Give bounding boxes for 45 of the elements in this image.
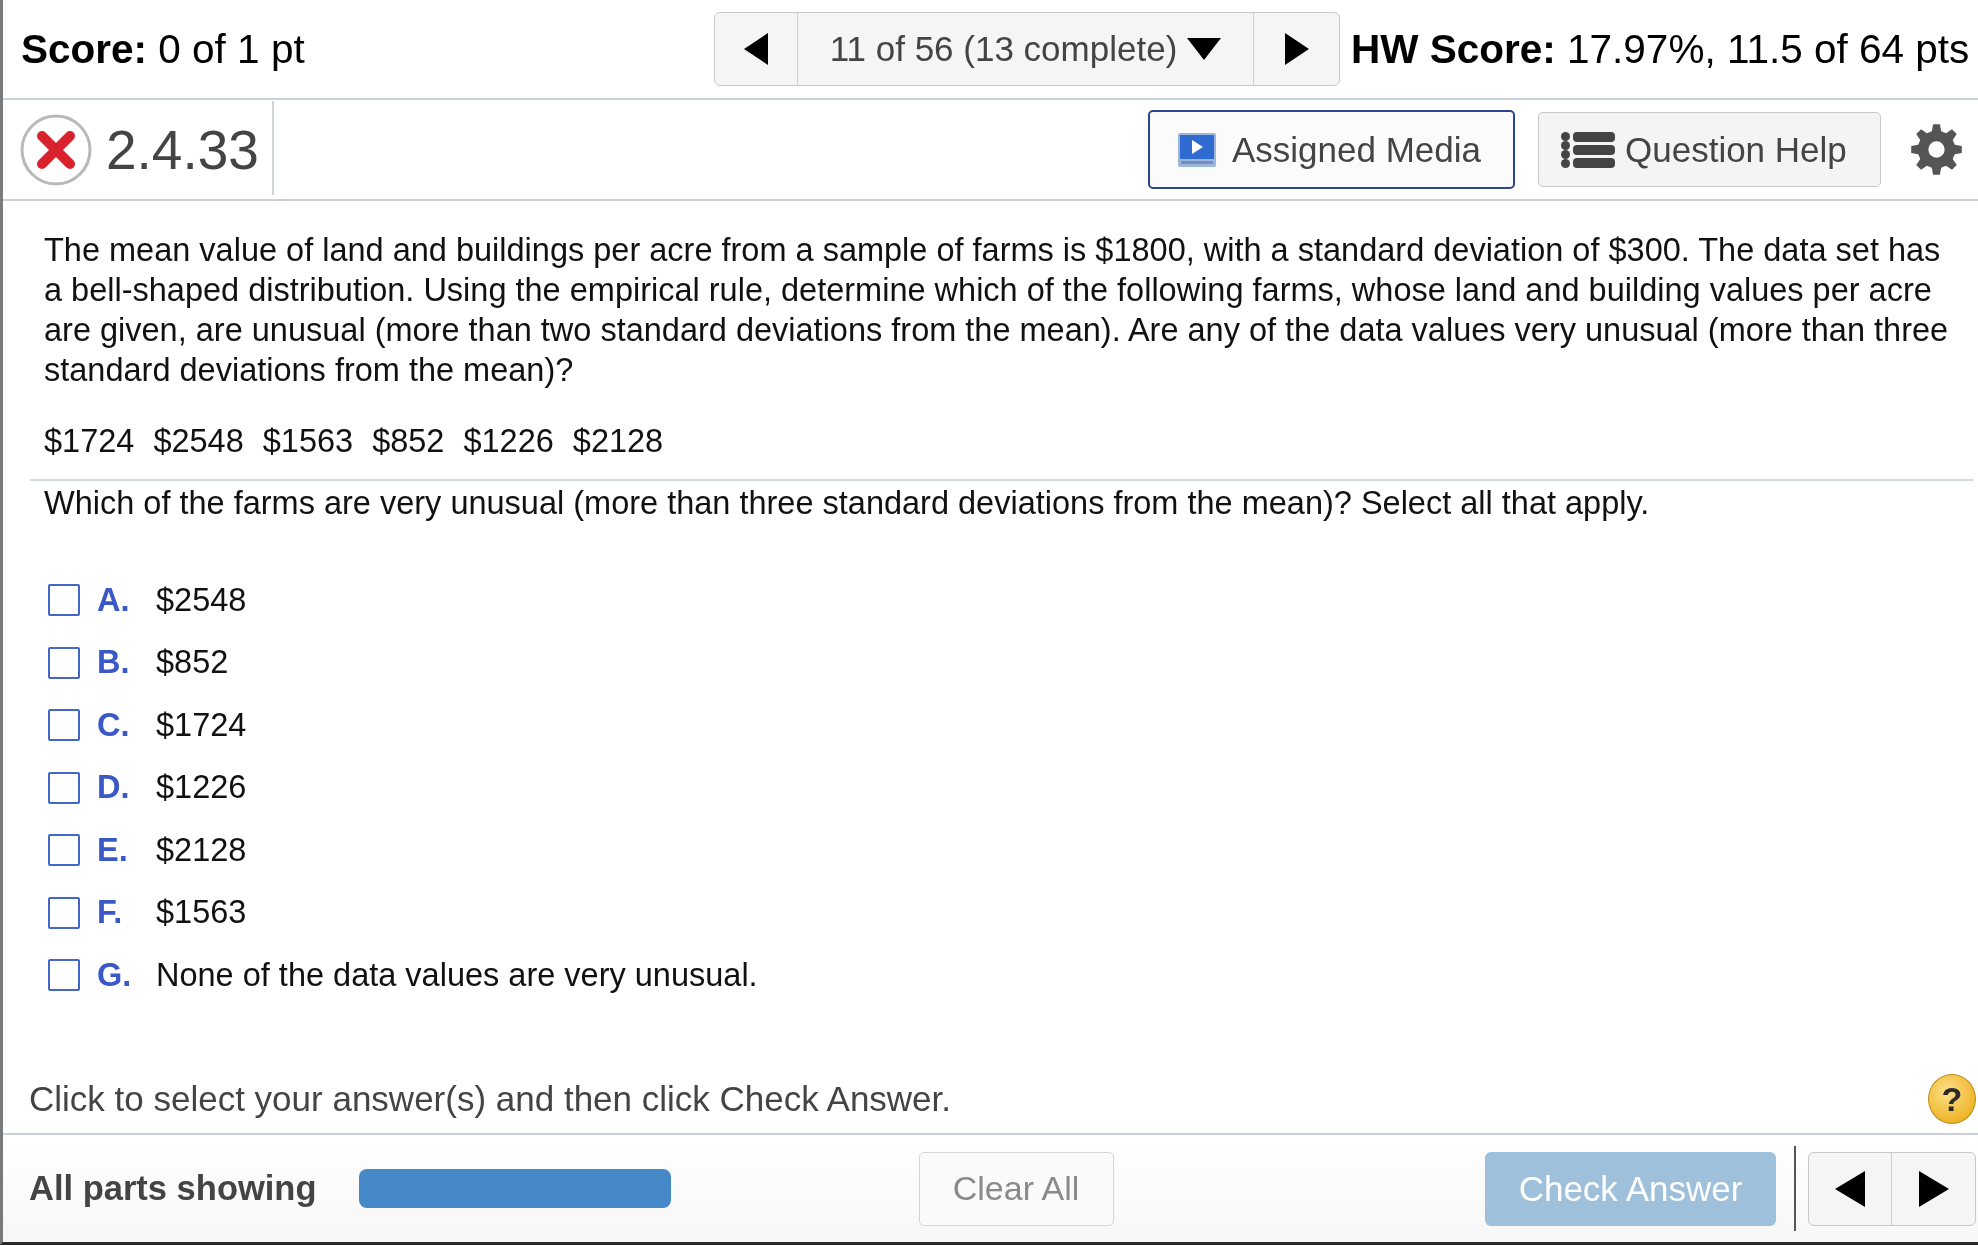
data-value: $2548: [153, 422, 244, 461]
option-text: $1563: [156, 894, 247, 932]
data-value: $852: [372, 422, 445, 461]
option-letter: A.: [97, 581, 130, 619]
list-icon: [1561, 131, 1615, 168]
data-value: $1226: [463, 422, 554, 461]
homework-score-text: HW Score: 17.97%, 11.5 of 64 pts: [1351, 25, 1970, 73]
checkbox[interactable]: [48, 959, 80, 992]
option-text: $1724: [156, 706, 247, 744]
data-value: $1563: [262, 422, 354, 461]
assigned-media-button[interactable]: Assigned Media: [1148, 110, 1515, 189]
option-letter: B.: [97, 644, 130, 682]
option-text: $2128: [156, 831, 247, 869]
score-text: Score: 0 of 1 pt: [21, 25, 305, 73]
option-letter: C.: [97, 706, 130, 744]
checkbox[interactable]: [48, 771, 80, 804]
option-letter: F.: [97, 894, 123, 932]
data-value: $2128: [572, 422, 664, 461]
option-text: $852: [156, 644, 229, 682]
left-triangle-icon: [744, 33, 768, 65]
option-letter: D.: [97, 769, 130, 807]
option-text: $2548: [156, 581, 247, 619]
instruction-text: Click to select your answer(s) and then click Check Answer.: [29, 1079, 952, 1119]
help-button[interactable]: ?: [1928, 1074, 1976, 1124]
question-prompt: Which of the farms are very unusual (more than three standard deviations from the mean)? Select all that apply.: [44, 484, 1651, 523]
option-letter: E.: [97, 831, 128, 869]
question-help-button[interactable]: Question Help: [1538, 112, 1881, 187]
checkbox[interactable]: [48, 709, 80, 742]
monitor-play-icon: [1177, 131, 1217, 168]
down-triangle-icon: [1187, 38, 1222, 60]
question-text: The mean value of land and buildings per acre from a sample of farms is $1800, with a standard deviation of $300. The data set has a bell-shaped distribution. Using the empirical rule, determine which of the following farms, whose land and building values per acre are given, are unusual (more than two standard deviations from the mean). Are any of the data values very unusual (more than three standard deviations from the mean)?: [44, 231, 1950, 390]
option-text: None of the data values are very unusual.: [156, 956, 758, 994]
checkbox[interactable]: [48, 896, 80, 929]
checkbox[interactable]: [48, 584, 80, 617]
settings-icon[interactable]: [1911, 124, 1962, 175]
data-value: $1724: [44, 422, 135, 461]
checkbox[interactable]: [48, 834, 80, 867]
option-text: $1226: [156, 769, 247, 807]
right-triangle-icon: [1918, 1170, 1949, 1207]
right-triangle-icon: [1284, 33, 1309, 65]
option-letter: G.: [97, 956, 132, 994]
question-number: 2.4.33: [106, 117, 259, 182]
checkbox[interactable]: [48, 646, 80, 679]
left-triangle-icon: [1835, 1170, 1865, 1207]
parts-label: All parts showing: [29, 1169, 317, 1208]
